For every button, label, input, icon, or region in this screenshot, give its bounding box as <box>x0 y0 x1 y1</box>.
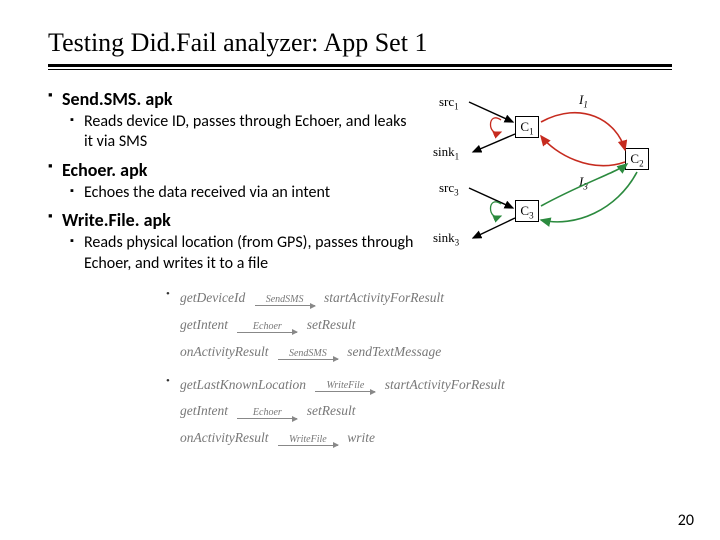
title-underline <box>48 69 672 70</box>
formulas-block: getDeviceId SendSMS startActivityForResu… <box>180 284 672 450</box>
formula-row: onActivityResult WriteFile write <box>180 424 672 451</box>
list-item: Write.File. apk Reads physical location … <box>62 209 418 274</box>
slide-title: Testing Did.Fail analyzer: App Set 1 <box>48 28 672 67</box>
apk-desc: Reads physical location (from GPS), pass… <box>84 233 418 274</box>
content-row: Send.SMS. apk Reads device ID, passes th… <box>48 88 672 280</box>
slide: Testing Did.Fail analyzer: App Set 1 Sen… <box>0 0 720 451</box>
apk-desc: Echoes the data received via an intent <box>84 183 418 203</box>
formula-row: getDeviceId SendSMS startActivityForResu… <box>180 284 672 311</box>
list-item: Send.SMS. apk Reads device ID, passes th… <box>62 88 418 153</box>
diagram-column: src1 sink1 src3 sink3 I1 I3 C1 C2 C3 <box>430 88 672 280</box>
list-item: Echoer. apk Echoes the data received via… <box>62 159 418 203</box>
diagram-arrows <box>441 92 661 272</box>
formula-row: getLastKnownLocation WriteFile startActi… <box>180 371 672 398</box>
formula-row: onActivityResult SendSMS sendTextMessage <box>180 338 672 365</box>
page-number: 20 <box>678 511 694 530</box>
apk-name: Echoer. apk <box>62 159 147 181</box>
apk-name: Write.File. apk <box>62 209 171 231</box>
flow-diagram: src1 sink1 src3 sink3 I1 I3 C1 C2 C3 <box>441 92 661 272</box>
formula-row: getIntent Echoer setResult <box>180 397 672 424</box>
formula-row: getIntent Echoer setResult <box>180 311 672 338</box>
apk-desc: Reads device ID, passes through Echoer, … <box>84 112 418 153</box>
apk-name: Send.SMS. apk <box>62 88 173 110</box>
bullet-column: Send.SMS. apk Reads device ID, passes th… <box>48 88 418 280</box>
